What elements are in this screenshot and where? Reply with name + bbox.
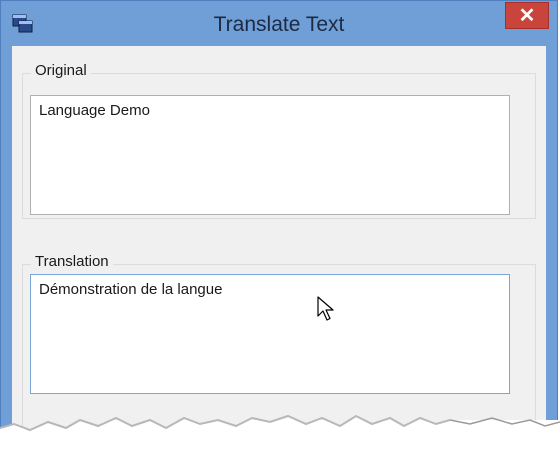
window-title: Translate Text: [213, 13, 345, 36]
mouse-pointer-icon: [317, 296, 334, 321]
original-text-field[interactable]: Language Demo: [30, 95, 510, 215]
original-group-label: Original: [31, 62, 91, 79]
close-button[interactable]: ✕: [505, 2, 549, 29]
title-bar[interactable]: Translate Text ✕: [1, 1, 557, 47]
translation-group-label: Translation: [31, 253, 113, 270]
torn-paper-edge: [0, 414, 560, 470]
close-icon: ✕: [518, 5, 536, 27]
